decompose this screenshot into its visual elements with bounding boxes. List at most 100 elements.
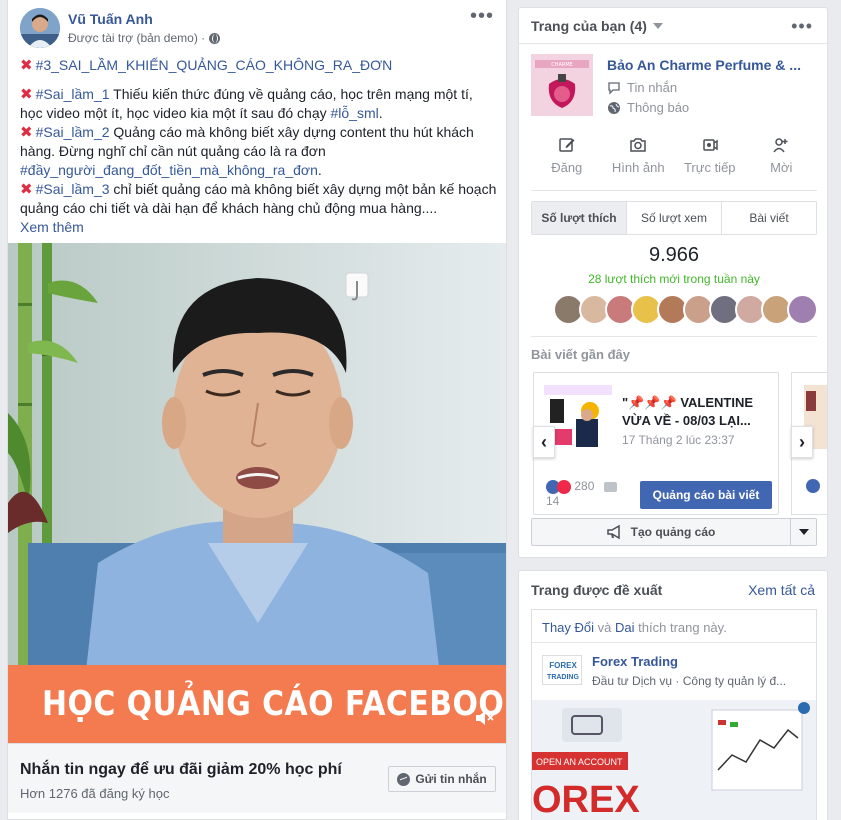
suggested-page-cover[interactable]: OPEN AN ACCOUNT OREX [532, 700, 816, 820]
weekly-likes: 28 lượt thích mới trong tuần này [588, 272, 760, 286]
page-messages-link[interactable]: Tin nhắn [607, 80, 677, 95]
photo-action-label: Hình ảnh [611, 160, 665, 175]
page-thumbnail[interactable]: CHARME [531, 54, 593, 116]
carousel-prev-icon[interactable]: ‹ [533, 426, 555, 458]
photo-action[interactable]: Hình ảnh [603, 136, 675, 180]
globe-icon [608, 101, 620, 114]
suggested-page-name[interactable]: Forex Trading [592, 654, 678, 669]
svg-text:OPEN AN ACCOUNT: OPEN AN ACCOUNT [536, 757, 623, 767]
friends-and: và [597, 620, 612, 635]
svg-text:OREX: OREX [532, 779, 640, 820]
messenger-icon [397, 772, 411, 786]
recent-post-stats: 280 14 [546, 479, 617, 508]
chat-icon [608, 81, 620, 95]
avatar[interactable] [787, 294, 818, 325]
live-action-label: Trực tiếp [683, 160, 736, 175]
mistake-2: ✖ #Sai_lầm_2 Quảng cáo mà không biết xây … [20, 123, 498, 180]
see-more-link[interactable]: Xem thêm [20, 219, 84, 235]
send-message-button[interactable]: Gửi tin nhắn [388, 766, 496, 792]
post-action[interactable]: Đăng [531, 136, 603, 180]
hashtag-mistake-3[interactable]: #Sai_lầm_3 [36, 181, 110, 197]
create-ad-dropdown[interactable] [790, 519, 816, 545]
live-video-icon [703, 139, 718, 151]
live-action[interactable]: Trực tiếp [674, 136, 746, 180]
page-name-link[interactable]: Bảo An Charme Perfume & ... [607, 57, 801, 73]
carousel-next-icon[interactable]: › [791, 426, 813, 458]
your-pages-panel: Trang của bạn (4) ••• CHARME Bảo An Char… [518, 7, 828, 558]
recent-post-date: 17 Tháng 2 lúc 23:37 [622, 433, 735, 447]
cta-title[interactable]: Nhắn tin ngay để ưu đãi giảm 20% học phí [20, 761, 342, 779]
suggested-pages-title: Trang được đề xuất [531, 582, 663, 598]
panel-options-icon[interactable]: ••• [791, 16, 813, 37]
tab-likes[interactable]: Số lượt thích [532, 202, 627, 234]
megaphone-icon [606, 525, 620, 539]
tab-posts[interactable]: Bài viết [722, 202, 816, 234]
your-pages-header[interactable]: Trang của bạn (4) [531, 18, 663, 34]
love-reaction-icon [557, 479, 571, 494]
cta-subtitle: Hơn 1276 đã đăng ký học [20, 786, 170, 801]
recent-likers [553, 294, 818, 326]
suggested-page-card: Thay Đổi và Dai thích trang này. FOREX T… [531, 609, 817, 820]
page-actions: Đăng Hình ảnh Trực tiếp Mời [531, 136, 817, 180]
svg-text:CHARME: CHARME [551, 62, 573, 68]
x-mark-icon: ✖ [20, 124, 33, 141]
suggested-page-category: Đầu tư Dịch vụ · Công ty quản lý đ... [592, 674, 787, 688]
camera-icon [630, 138, 646, 152]
x-mark-icon: ✖ [20, 181, 33, 198]
comment-icon [603, 481, 617, 492]
recent-post-card[interactable]: "📌📌📌 VALENTINE VỪA VỀ - 08/03 LẠI... 17 … [533, 372, 779, 515]
svg-text:FOREX: FOREX [549, 661, 577, 670]
recent-posts-label: Bài viết gần đây [531, 347, 630, 362]
author-name[interactable]: Vũ Tuấn Anh [68, 11, 153, 27]
author-avatar[interactable] [20, 8, 60, 48]
hashtag-mistake-1[interactable]: #Sai_lầm_1 [36, 86, 110, 102]
friends-like-line: Thay Đổi và Dai thích trang này. [542, 620, 727, 635]
tab-views[interactable]: Số lượt xem [627, 202, 722, 234]
x-mark-icon: ✖ [20, 57, 33, 74]
hashtag-burning-money[interactable]: #đầy_người_đang_đốt_tiền_mà_không_ra_đơn [20, 162, 318, 178]
page-notifications-link[interactable]: Thông báo [607, 100, 689, 115]
globe-icon [209, 32, 221, 44]
hashtag-title[interactable]: #3_SAI_LẦM_KHIẾN_QUẢNG_CÁO_KHÔNG_RA_ĐƠN [36, 57, 393, 73]
post-body: ✖ #3_SAI_LẦM_KHIẾN_QUẢNG_CÁO_KHÔNG_RA_ĐƠN… [20, 56, 498, 237]
hashtag-mistake-2[interactable]: #Sai_lầm_2 [36, 124, 110, 140]
course-banner: HỌC QUẢNG CÁO FACEBOOK [8, 665, 507, 743]
ad-video[interactable]: HỌC QUẢNG CÁO FACEBOOK [8, 243, 507, 743]
cta-bar: Nhắn tin ngay để ưu đãi giảm 20% học phí… [8, 743, 506, 813]
mistake-1-end: . [378, 105, 383, 121]
post-title-line: ✖ #3_SAI_LẦM_KHIẾN_QUẢNG_CÁO_KHÔNG_RA_ĐƠN [20, 56, 498, 75]
sponsored-post: Vũ Tuấn Anh Được tài trợ (bản demo) · ••… [7, 0, 507, 820]
sponsored-text: Được tài trợ (bản demo) · [68, 31, 206, 45]
friend-link[interactable]: Thay Đổi [542, 620, 594, 635]
invite-action[interactable]: Mời [746, 136, 818, 180]
edit-icon [559, 138, 575, 152]
sponsored-label: Được tài trợ (bản demo) · [68, 31, 221, 45]
post-header: Vũ Tuấn Anh Được tài trợ (bản demo) · ••… [20, 6, 496, 50]
boost-post-button[interactable]: Quảng cáo bài viết [640, 481, 772, 509]
friend-link[interactable]: Dai [615, 620, 635, 635]
invite-action-label: Mời [770, 160, 793, 175]
create-ad-control: Tạo quảng cáo [531, 518, 817, 546]
create-ad-label: Tạo quảng cáo [630, 525, 716, 539]
recent-post-title[interactable]: "📌📌📌 VALENTINE VỪA VỀ - 08/03 LẠI... [622, 394, 774, 430]
your-pages-title: Trang của bạn (4) [531, 18, 647, 34]
create-ad-button[interactable]: Tạo quảng cáo [532, 519, 790, 545]
suggested-pages-panel: Trang được đề xuất Xem tất cả Thay Đổi v… [518, 570, 828, 820]
see-all-link[interactable]: Xem tất cả [748, 582, 815, 598]
forex-logo[interactable]: FOREX TRADING [542, 655, 582, 685]
friends-suffix: thích trang này. [638, 620, 727, 635]
mistake-2-end: . [317, 162, 322, 178]
mute-icon[interactable] [474, 709, 494, 727]
banner-text: HỌC QUẢNG CÁO FACEBOOK [42, 684, 507, 724]
add-person-icon [773, 138, 788, 153]
page-messages-label: Tin nhắn [627, 80, 678, 95]
x-mark-icon: ✖ [20, 86, 33, 103]
send-message-label: Gửi tin nhắn [415, 772, 487, 786]
post-options-icon[interactable]: ••• [470, 6, 494, 26]
insights-tabs: Số lượt thích Số lượt xem Bài viết [531, 201, 817, 235]
mistake-3: ✖ #Sai_lầm_3 chỉ biết quảng cáo mà không … [20, 180, 498, 218]
hashtag-lo-sml[interactable]: #lỗ_sml [331, 105, 379, 121]
page-notifications-label: Thông báo [627, 100, 690, 115]
comment-count: 14 [546, 493, 560, 508]
reaction-count: 280 [574, 479, 595, 493]
